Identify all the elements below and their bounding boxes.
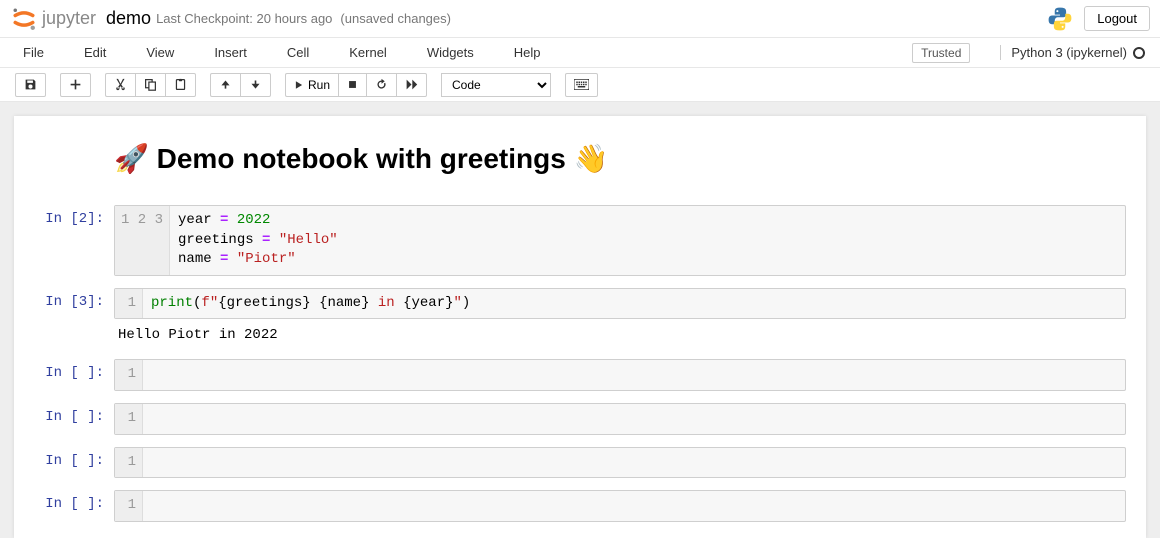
move-down-button[interactable] bbox=[240, 73, 271, 97]
cell-body: 1print(f"{greetings} {name} in {year}")H… bbox=[114, 288, 1126, 348]
cell-type-select[interactable]: Code bbox=[441, 73, 551, 97]
code-input[interactable]: 1 bbox=[114, 490, 1126, 522]
insert-cell-button[interactable] bbox=[60, 73, 91, 97]
cell[interactable]: In [ ]:1 bbox=[34, 447, 1126, 479]
cell-prompt bbox=[34, 136, 114, 193]
code-area[interactable] bbox=[143, 360, 1125, 390]
code-input[interactable]: 1 bbox=[114, 359, 1126, 391]
cell[interactable]: In [2]:1 2 3year = 2022 greetings = "Hel… bbox=[34, 205, 1126, 276]
menu-file[interactable]: File bbox=[15, 40, 52, 65]
unsaved-status: (unsaved changes) bbox=[340, 11, 451, 26]
move-up-button[interactable] bbox=[210, 73, 240, 97]
code-area[interactable] bbox=[143, 404, 1125, 434]
run-label: Run bbox=[308, 78, 330, 92]
cell-body: 1 bbox=[114, 447, 1126, 479]
markdown-content[interactable]: 🚀 Demo notebook with greetings 👋 bbox=[114, 142, 1126, 175]
kernel-status-icon bbox=[1133, 47, 1145, 59]
cell[interactable]: In [ ]:1 bbox=[34, 490, 1126, 522]
run-button[interactable]: Run bbox=[285, 73, 338, 97]
cut-button[interactable] bbox=[105, 73, 135, 97]
cell-body: 1 bbox=[114, 359, 1126, 391]
cell-prompt: In [ ]: bbox=[34, 403, 114, 435]
code-area[interactable]: year = 2022 greetings = "Hello" name = "… bbox=[170, 206, 1125, 275]
command-palette-button[interactable] bbox=[565, 73, 598, 97]
cell-body: 1 bbox=[114, 403, 1126, 435]
menu-help[interactable]: Help bbox=[506, 40, 549, 65]
line-gutter: 1 bbox=[115, 491, 143, 521]
python-icon bbox=[1046, 5, 1074, 33]
notebook-container: 🚀 Demo notebook with greetings 👋In [2]:1… bbox=[0, 102, 1160, 538]
paste-button[interactable] bbox=[165, 73, 196, 97]
menu-kernel[interactable]: Kernel bbox=[341, 40, 395, 65]
header: jupyter demo Last Checkpoint: 20 hours a… bbox=[0, 0, 1160, 38]
cell-prompt: In [ ]: bbox=[34, 447, 114, 479]
cell-prompt: In [2]: bbox=[34, 205, 114, 276]
code-input[interactable]: 1 bbox=[114, 403, 1126, 435]
cell-body: 🚀 Demo notebook with greetings 👋 bbox=[114, 136, 1126, 193]
code-input[interactable]: 1print(f"{greetings} {name} in {year}") bbox=[114, 288, 1126, 320]
copy-button[interactable] bbox=[135, 73, 165, 97]
cell-prompt: In [ ]: bbox=[34, 490, 114, 522]
menu-widgets[interactable]: Widgets bbox=[419, 40, 482, 65]
cell[interactable]: In [3]:1print(f"{greetings} {name} in {y… bbox=[34, 288, 1126, 348]
cell[interactable]: In [ ]:1 bbox=[34, 403, 1126, 435]
menu-insert[interactable]: Insert bbox=[206, 40, 255, 65]
cell-output: Hello Piotr in 2022 bbox=[114, 319, 1126, 347]
notebook-name[interactable]: demo bbox=[106, 8, 151, 29]
checkpoint-status: Last Checkpoint: 20 hours ago bbox=[156, 11, 332, 26]
cell-body: 1 2 3year = 2022 greetings = "Hello" nam… bbox=[114, 205, 1126, 276]
line-gutter: 1 bbox=[115, 360, 143, 390]
code-area[interactable]: print(f"{greetings} {name} in {year}") bbox=[143, 289, 1125, 319]
restart-button[interactable] bbox=[366, 73, 396, 97]
code-input[interactable]: 1 2 3year = 2022 greetings = "Hello" nam… bbox=[114, 205, 1126, 276]
line-gutter: 1 bbox=[115, 404, 143, 434]
code-input[interactable]: 1 bbox=[114, 447, 1126, 479]
markdown-heading: 🚀 Demo notebook with greetings 👋 bbox=[114, 142, 1126, 175]
notebook[interactable]: 🚀 Demo notebook with greetings 👋In [2]:1… bbox=[14, 116, 1146, 538]
menubar: FileEditViewInsertCellKernelWidgetsHelp … bbox=[0, 38, 1160, 68]
cell[interactable]: In [ ]:1 bbox=[34, 359, 1126, 391]
cell[interactable]: 🚀 Demo notebook with greetings 👋 bbox=[34, 136, 1126, 193]
jupyter-icon bbox=[10, 5, 38, 33]
kernel-name[interactable]: Python 3 (ipykernel) bbox=[1000, 45, 1127, 60]
jupyter-logo-text: jupyter bbox=[42, 8, 96, 29]
save-button[interactable] bbox=[15, 73, 46, 97]
interrupt-button[interactable] bbox=[338, 73, 366, 97]
restart-run-all-button[interactable] bbox=[396, 73, 427, 97]
code-area[interactable] bbox=[143, 491, 1125, 521]
trusted-indicator[interactable]: Trusted bbox=[912, 43, 970, 63]
menu-view[interactable]: View bbox=[138, 40, 182, 65]
cell-body: 1 bbox=[114, 490, 1126, 522]
jupyter-logo[interactable]: jupyter bbox=[10, 5, 96, 33]
cell-prompt: In [ ]: bbox=[34, 359, 114, 391]
menu-edit[interactable]: Edit bbox=[76, 40, 114, 65]
line-gutter: 1 bbox=[115, 289, 143, 319]
logout-button[interactable]: Logout bbox=[1084, 6, 1150, 31]
line-gutter: 1 2 3 bbox=[115, 206, 170, 275]
cell-prompt: In [3]: bbox=[34, 288, 114, 348]
menu-cell[interactable]: Cell bbox=[279, 40, 317, 65]
line-gutter: 1 bbox=[115, 448, 143, 478]
toolbar: Run Code bbox=[0, 68, 1160, 102]
code-area[interactable] bbox=[143, 448, 1125, 478]
